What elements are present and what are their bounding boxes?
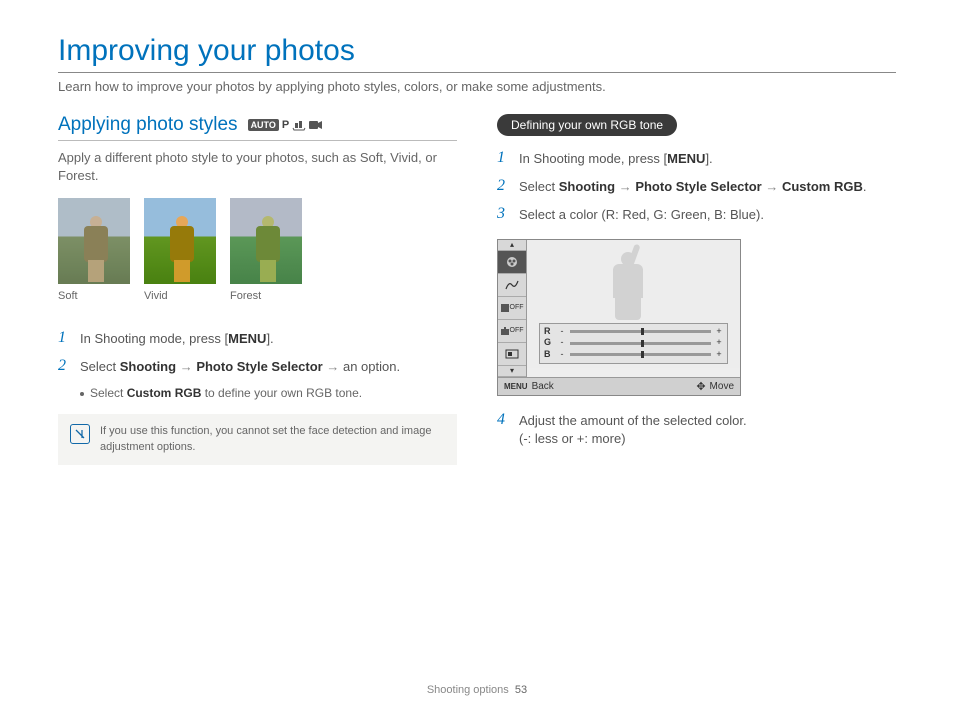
note-box: If you use this function, you cannot set…: [58, 414, 457, 465]
right-column: Defining your own RGB tone 1 In Shooting…: [497, 114, 896, 465]
page-title: Improving your photos: [58, 34, 896, 68]
thumb-image-vivid: [144, 198, 216, 284]
lcd-sidebar: ▴ OFF OFF ▾: [498, 240, 527, 377]
thumb-label: Soft: [58, 290, 130, 302]
right-steps: 1 In Shooting mode, press [MENU]. 2 Sele…: [497, 150, 896, 225]
note-text: If you use this function, you cannot set…: [100, 424, 445, 455]
t: an option.: [343, 359, 400, 374]
move-label: Move: [710, 381, 734, 392]
arrow-icon: →: [176, 359, 196, 374]
t: Select: [519, 179, 559, 194]
move-icon: ✥: [696, 380, 705, 393]
step-number: 1: [58, 330, 72, 348]
step-number: 1: [497, 150, 511, 168]
t: Adjust the amount of the selected color.: [519, 413, 747, 428]
right-steps-2: 4 Adjust the amount of the selected colo…: [497, 412, 896, 448]
footer-section: Shooting options: [427, 684, 509, 696]
right-step-4: 4 Adjust the amount of the selected colo…: [497, 412, 896, 448]
rgb-row-g: G-+: [544, 337, 723, 349]
mode-icons: AUTO P: [248, 119, 324, 131]
arrow-icon: →: [762, 179, 782, 194]
menu-icon: MENU: [504, 382, 528, 391]
b-label: B: [544, 349, 554, 361]
menu-label: MENU: [667, 151, 705, 166]
step-number: 3: [497, 206, 511, 224]
note-icon: [70, 424, 90, 444]
t: Photo Style Selector: [196, 359, 322, 374]
step-number: 4: [497, 412, 511, 448]
thumb-image-soft: [58, 198, 130, 284]
t: .: [863, 179, 867, 194]
lcd-side-item: OFF: [498, 297, 526, 320]
t: Select a color (R: Red, G: Green, B: Blu…: [519, 206, 764, 224]
lcd-side-item: [498, 251, 526, 274]
lcd-footer: MENU Back ✥ Move: [498, 377, 740, 395]
t: Custom RGB: [782, 179, 863, 194]
t: Custom RGB: [127, 386, 202, 400]
thumb-label: Vivid: [144, 290, 216, 302]
rgb-row-r: R-+: [544, 326, 723, 338]
t: Select: [80, 359, 120, 374]
section-heading-applying: Applying photo styles: [58, 114, 238, 136]
right-step-1: 1 In Shooting mode, press [MENU].: [497, 150, 896, 168]
title-rule: [58, 72, 896, 73]
t: Shooting: [559, 179, 615, 194]
t: ].: [266, 331, 273, 346]
t: In Shooting mode, press [: [80, 331, 228, 346]
rgb-row-b: B-+: [544, 349, 723, 361]
menu-label: MENU: [228, 331, 266, 346]
silhouette-icon: [587, 244, 667, 320]
left-column: Applying photo styles AUTO P Apply a dif…: [58, 114, 457, 465]
t: (-: less or +: more): [519, 431, 626, 446]
chevron-up-icon: ▴: [498, 240, 526, 251]
t: to define your own RGB tone.: [201, 386, 362, 400]
right-step-3: 3 Select a color (R: Red, G: Green, B: B…: [497, 206, 896, 224]
lcd-side-item: OFF: [498, 320, 526, 343]
t: Select: [90, 386, 127, 400]
thumb-image-forest: [230, 198, 302, 284]
t: ].: [705, 151, 712, 166]
t: Photo Style Selector: [635, 179, 761, 194]
left-step-1: 1 In Shooting mode, press [MENU].: [58, 330, 457, 348]
thumbnail-row: Soft Vivid Forest: [58, 198, 457, 302]
mode-auto-icon: AUTO: [248, 119, 279, 131]
section-rule: [58, 140, 457, 141]
arrow-icon: →: [615, 179, 635, 194]
chevron-down-icon: ▾: [498, 366, 526, 377]
footer-page: 53: [515, 684, 527, 696]
section-desc: Apply a different photo style to your ph…: [58, 149, 457, 184]
r-label: R: [544, 326, 554, 338]
left-substep: Select Custom RGB to define your own RGB…: [80, 386, 457, 400]
step-number: 2: [58, 358, 72, 376]
rgb-pill: Defining your own RGB tone: [497, 114, 677, 136]
arrow-icon: →: [323, 359, 343, 374]
lcd-screen: ▴ OFF OFF ▾ R-+ G-+: [497, 239, 741, 396]
lcd-main: R-+ G-+ B-+: [527, 240, 740, 368]
bullet-icon: [80, 392, 84, 396]
right-step-2: 2 Select Shooting → Photo Style Selector…: [497, 178, 896, 196]
thumb-forest: Forest: [230, 198, 302, 302]
step-number: 2: [497, 178, 511, 196]
t: In Shooting mode, press [: [519, 151, 667, 166]
thumb-vivid: Vivid: [144, 198, 216, 302]
lcd-side-item: [498, 274, 526, 297]
left-steps: 1 In Shooting mode, press [MENU]. 2 Sele…: [58, 330, 457, 376]
mode-dis-icon: [292, 119, 306, 131]
lcd-side-item: [498, 343, 526, 366]
thumb-label: Forest: [230, 290, 302, 302]
t: Shooting: [120, 359, 176, 374]
left-step-2: 2 Select Shooting → Photo Style Selector…: [58, 358, 457, 376]
mode-p-icon: P: [282, 119, 289, 131]
page-footer: Shooting options 53: [0, 684, 954, 696]
mode-video-icon: [309, 120, 323, 130]
thumb-soft: Soft: [58, 198, 130, 302]
back-label: Back: [532, 381, 554, 392]
rgb-slider-panel: R-+ G-+ B-+: [539, 323, 728, 364]
intro-text: Learn how to improve your photos by appl…: [58, 79, 896, 94]
g-label: G: [544, 337, 554, 349]
